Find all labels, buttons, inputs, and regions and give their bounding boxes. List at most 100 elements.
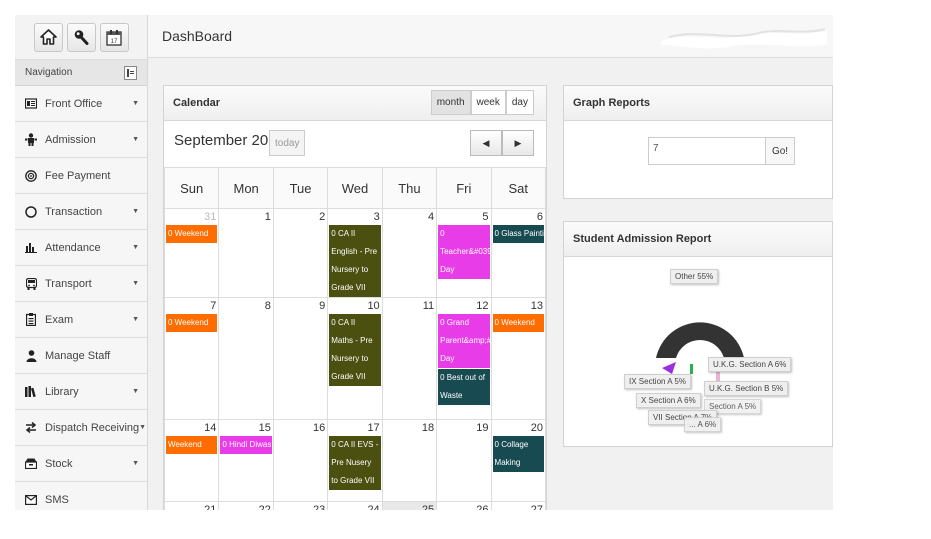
today-button[interactable]: today <box>269 130 306 156</box>
sidebar-item-admission[interactable]: Admission ▼ <box>15 122 147 158</box>
sidebar-item-label: Transaction <box>45 205 103 218</box>
header-bar: DashBoard <box>148 15 833 58</box>
chevron-down-icon: ▼ <box>132 460 139 467</box>
calendar-day-cell[interactable]: 8 <box>218 297 274 420</box>
calendar-day-cell[interactable]: 2 <box>272 208 329 298</box>
day-number: 8 <box>264 300 271 312</box>
prev-month-button[interactable]: ◀ <box>470 130 502 156</box>
calendar-event[interactable]: 0 Hindi Diwas <box>220 436 272 454</box>
sidebar-item-stock[interactable]: Stock ▼ <box>15 446 147 482</box>
weekday-header-row: Sun Mon Tue Wed Thu Fri Sat <box>164 167 546 209</box>
calendar-event[interactable]: 0 CA II English - Pre Nursery to Grade V… <box>329 225 381 297</box>
calendar-day-cell[interactable]: 13 0 Weekend <box>490 297 546 420</box>
calendar-event[interactable]: 0 Glass Painting <box>492 225 544 243</box>
chart-label-other-a: ... A 6% <box>684 417 722 432</box>
sidebar: 17 Navigation Front Office ▼ Admission ▼… <box>15 15 148 510</box>
calendar-event[interactable]: Weekend <box>166 436 218 454</box>
calendar-day-cell[interactable]: 23 <box>272 501 329 510</box>
calendar-day-cell[interactable]: 7 0 Weekend <box>164 297 220 420</box>
view-switcher: month week day <box>430 90 534 115</box>
sidebar-item-transaction[interactable]: Transaction ▼ <box>15 194 147 230</box>
sidebar-item-manage-staff[interactable]: Manage Staff <box>15 338 147 374</box>
day-number: 22 <box>258 504 271 510</box>
calendar-day-cell[interactable]: 12 0 Grand Parent&amp;#039;s Day0 Best ou… <box>436 297 492 420</box>
admission-report-header: Student Admission Report <box>564 222 832 257</box>
month-view-button[interactable]: month <box>430 90 471 115</box>
day-number: 15 <box>258 422 271 434</box>
sidebar-item-front-office[interactable]: Front Office ▼ <box>15 86 147 122</box>
front-office-icon <box>25 98 37 110</box>
calendar-day-cell[interactable]: 17 0 CA II EVS - Pre Nusery to Grade VII <box>327 419 383 502</box>
sidebar-item-sms[interactable]: SMS <box>15 482 147 510</box>
sidebar-item-dispatch-receiving[interactable]: Dispatch Receiving ▼ <box>15 410 147 446</box>
home-button[interactable] <box>33 22 63 52</box>
pie-slice-accent-green <box>690 364 693 374</box>
graph-reports-header: Graph Reports <box>564 86 832 121</box>
calendar-day-cell[interactable]: 9 <box>272 297 329 420</box>
search-icon <box>74 30 89 45</box>
sidebar-item-label: Manage Staff <box>45 349 111 362</box>
weekday-header: Wed <box>327 167 383 209</box>
admission-report-title: Student Admission Report <box>573 233 712 245</box>
calendar-day-cell[interactable]: 18 <box>381 419 438 502</box>
calendar-event[interactable]: 0 Grand Parent&amp;#039;s Day <box>438 314 490 368</box>
calendar-event[interactable]: 0 Weekend <box>166 225 218 243</box>
next-month-button[interactable]: ▶ <box>502 130 534 156</box>
calendar-day-cell[interactable]: 31 0 Weekend <box>164 208 220 298</box>
chevron-down-icon: ▼ <box>132 100 139 107</box>
sidebar-item-label: Transport <box>45 277 92 290</box>
sidebar-toggle-icon[interactable] <box>124 65 137 80</box>
day-number: 10 <box>367 300 380 312</box>
calendar-day-cell[interactable]: 6 0 Glass Painting <box>490 208 546 298</box>
calendar-event[interactable]: 0 Weekend <box>492 314 544 332</box>
day-view-button[interactable]: day <box>505 90 534 115</box>
day-number: 26 <box>476 504 489 510</box>
calendar-day-cell[interactable]: 22 <box>218 501 274 510</box>
calendar-event[interactable]: 0 Best out of Waste <box>438 369 490 405</box>
calendar-day-cell[interactable]: 11 <box>381 297 438 420</box>
sidebar-item-exam[interactable]: Exam ▼ <box>15 302 147 338</box>
day-number: 18 <box>421 422 435 434</box>
calendar-day-cell[interactable]: 20 0 Collage Making <box>490 419 546 502</box>
calendar-day-cell[interactable]: 19 <box>436 419 492 502</box>
day-number: 14 <box>204 422 217 434</box>
sidebar-item-fee-payment[interactable]: Fee Payment <box>15 158 147 194</box>
calendar-event[interactable]: 0 Weekend <box>166 314 218 332</box>
calendar-day-cell[interactable]: 4 <box>381 208 438 298</box>
calendar-event[interactable]: 0 Teacher&#039;s Day <box>438 225 490 279</box>
search-button[interactable] <box>66 22 96 52</box>
sidebar-item-library[interactable]: Library ▼ <box>15 374 147 410</box>
sidebar-item-transport[interactable]: Transport ▼ <box>15 266 147 302</box>
calendar-day-cell[interactable]: 16 <box>272 419 329 502</box>
chevron-down-icon: ▼ <box>139 424 147 431</box>
week-view-button[interactable]: week <box>470 90 506 115</box>
calendar-day-cell[interactable]: 10 0 CA II Maths - Pre Nursery to Grade V… <box>327 297 383 420</box>
day-number: 3 <box>373 211 380 223</box>
chevron-down-icon: ▼ <box>132 280 139 287</box>
calendar-event[interactable]: 0 CA II EVS - Pre Nusery to Grade VII <box>329 436 381 490</box>
calendar-day-cell[interactable]: 15 0 Hindi Diwas <box>218 419 274 502</box>
day-number: 19 <box>476 422 489 434</box>
calendar-day-cell[interactable]: 1 <box>218 208 274 298</box>
calendar-day-cell[interactable]: 24 <box>327 501 383 510</box>
calendar-grid: Sun Mon Tue Wed Thu Fri Sat 31 0 Weekend 1 2 3 0 CA… <box>164 167 546 510</box>
sidebar-item-attendance[interactable]: Attendance ▼ <box>15 230 147 266</box>
admission-icon <box>25 133 37 146</box>
calendar-day-cell[interactable]: 26 <box>436 501 492 510</box>
calendar-event[interactable]: 0 Collage Making <box>492 436 544 472</box>
chart-label-ix-a: IX Section A 5% <box>624 374 691 389</box>
calendar-day-cell[interactable]: 5 0 Teacher&#039;s Day <box>436 208 492 298</box>
calendar-day-cell[interactable]: 14 Weekend <box>164 419 220 502</box>
graph-report-input[interactable]: 7 <box>649 138 765 164</box>
calendar-day-cell[interactable]: 27 <box>490 501 546 510</box>
navigation-header: Navigation <box>15 60 147 86</box>
calendar-day-cell[interactable]: 21 <box>164 501 220 510</box>
calendar-panel-title: Calendar <box>173 97 221 109</box>
sidebar-item-label: Exam <box>45 313 74 326</box>
go-button[interactable]: Go! <box>765 138 794 164</box>
calendar-event[interactable]: 0 CA II Maths - Pre Nursery to Grade VII <box>329 314 381 386</box>
calendar-day-cell[interactable]: 25 <box>381 501 438 510</box>
calendar-button[interactable]: 17 <box>99 22 129 52</box>
brand-logo <box>661 28 827 49</box>
calendar-day-cell[interactable]: 3 0 CA II English - Pre Nursery to Grade … <box>327 208 383 298</box>
